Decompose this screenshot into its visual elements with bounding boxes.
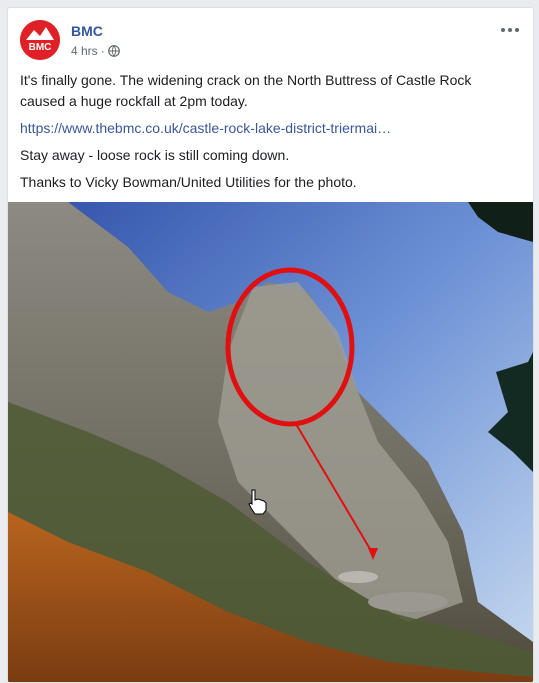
post-text: It's finally gone. The widening crack on… <box>20 70 500 199</box>
globe-icon[interactable] <box>107 45 120 57</box>
post-meta: 4 hrs · <box>71 44 120 58</box>
page-name[interactable]: BMC <box>71 23 103 39</box>
avatar[interactable]: BMC <box>20 20 60 60</box>
facebook-post: BMC BMC 4 hrs · It's finally gone. The w… <box>7 7 534 683</box>
article-link[interactable]: https://www.thebmc.co.uk/castle-rock-lak… <box>20 118 500 139</box>
avatar-label: BMC <box>29 42 52 53</box>
post-paragraph-3: Thanks to Vicky Bowman/United Utilities … <box>20 174 357 190</box>
post-timestamp[interactable]: 4 hrs <box>71 44 98 58</box>
post-paragraph-1: It's finally gone. The widening crack on… <box>20 72 472 109</box>
more-dots-icon[interactable] <box>500 24 520 36</box>
post-paragraph-2: Stay away - loose rock is still coming d… <box>20 147 290 163</box>
post-header: BMC BMC 4 hrs · <box>20 20 520 64</box>
post-photo[interactable] <box>8 202 533 682</box>
